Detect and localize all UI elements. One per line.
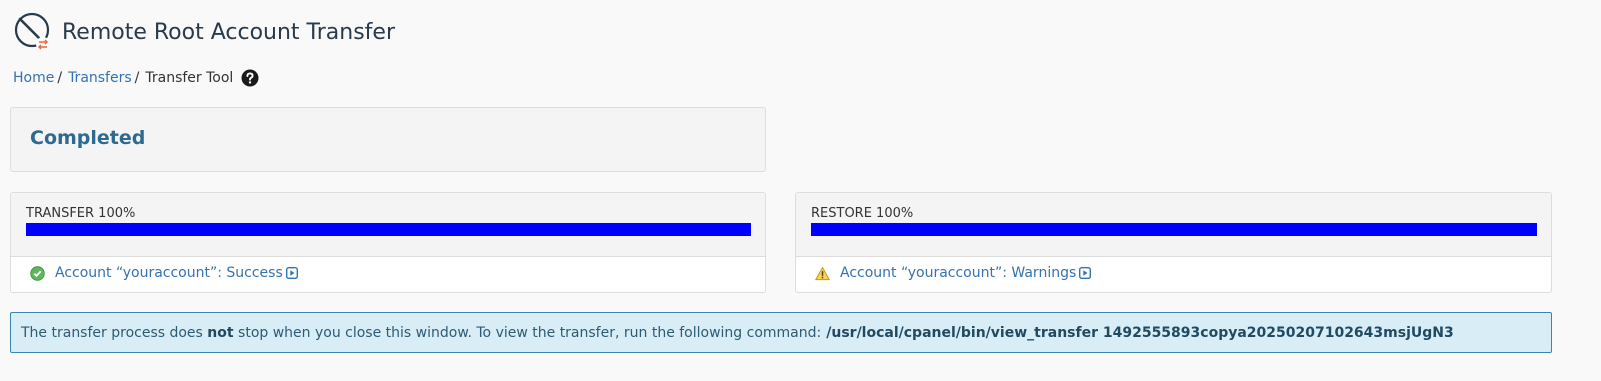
transfer-progress-bar [26,223,751,236]
warning-triangle-icon [815,265,830,280]
expand-details-icon[interactable] [285,267,298,279]
success-check-icon [30,265,45,281]
restore-result-link[interactable]: Account “youraccount”: Warnings [840,265,1076,281]
breadcrumb-separator: / [57,70,63,86]
transfer-progress-fill [26,223,751,236]
info-text-bold: not [207,324,234,341]
restore-panel: RESTORE 100% Account “youraccount”: Warn… [795,192,1552,293]
breadcrumb-transfers-link[interactable]: Transfers [68,70,132,86]
transfer-tool-icon [14,12,50,51]
status-panel: Completed [10,107,766,172]
view-transfer-command: /usr/local/cpanel/bin/view_transfer 1492… [826,324,1454,341]
question-circle-icon[interactable] [241,69,259,87]
breadcrumb-home-link[interactable]: Home [13,70,54,86]
transfer-result-row[interactable]: Account “youraccount”: Success [30,265,298,281]
restore-progress-header: RESTORE 100% [796,193,1551,257]
status-text: Completed [30,127,146,149]
restore-progress-fill [811,223,1537,236]
restore-progress-label: RESTORE 100% [811,206,914,221]
info-alert: The transfer process does not stop when … [10,312,1552,353]
breadcrumb-current: Transfer Tool [145,70,234,86]
restore-result-row[interactable]: Account “youraccount”: Warnings [815,265,1092,281]
restore-progress-bar [811,223,1537,236]
transfer-result-link[interactable]: Account “youraccount”: Success [55,265,283,281]
page-title: Remote Root Account Transfer [62,19,395,45]
transfer-progress-label: TRANSFER 100% [26,206,136,221]
expand-details-icon[interactable] [1079,267,1092,279]
breadcrumb: Home / Transfers / Transfer Tool [13,69,259,87]
transfer-progress-header: TRANSFER 100% [11,193,765,257]
breadcrumb-separator: / [134,70,140,86]
info-text-after: stop when you close this window. To view… [238,324,822,341]
page-header: Remote Root Account Transfer [12,10,395,54]
transfer-panel: TRANSFER 100% Account “youraccount”: Suc… [10,192,766,293]
info-text-before: The transfer process does [21,324,203,341]
